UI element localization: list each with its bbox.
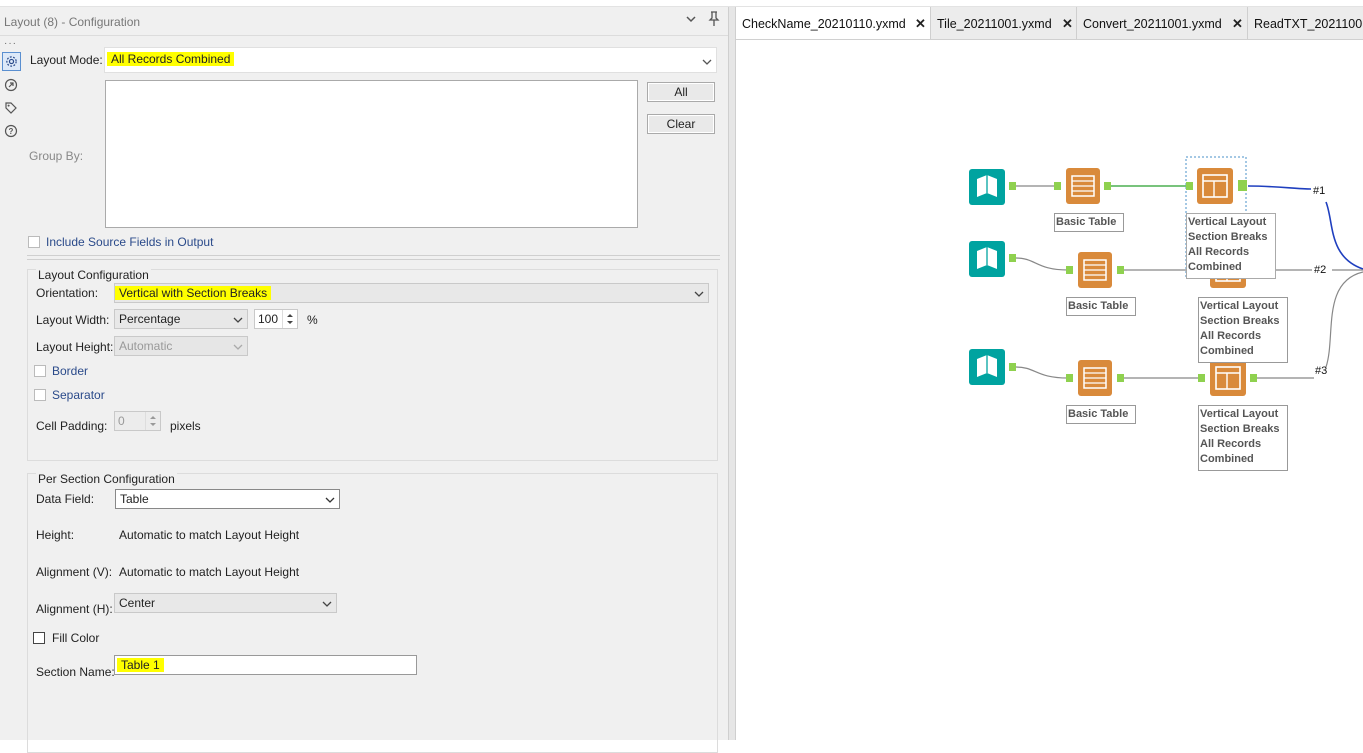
layout-tool-3 [1198, 360, 1257, 396]
layout-height-value: Automatic [119, 339, 173, 353]
data-field-value: Table [120, 492, 149, 506]
tag-icon[interactable] [2, 99, 19, 116]
cell-padding-stepper: 0 [114, 411, 161, 431]
input-tool-3 [969, 349, 1016, 385]
help-icon[interactable]: ? [2, 122, 19, 139]
stepper-arrows-icon [145, 412, 160, 430]
workflow-diagram [969, 156, 1363, 396]
layout-width-mode-select[interactable]: Percentage [114, 309, 248, 329]
chevron-down-icon [322, 597, 332, 607]
basic-table-tool-3 [1066, 360, 1124, 396]
all-button[interactable]: All [647, 82, 715, 102]
orientation-select[interactable]: Vertical with Section Breaks [114, 283, 709, 303]
layout-height-label: Layout Height: [36, 340, 114, 354]
overflow-dots-icon[interactable]: ··· [4, 38, 17, 49]
configuration-panel: Layout (8) - Configuration ··· ? Layout … [0, 7, 728, 753]
layout-tool-label: Vertical Layout Section Breaks All Recor… [1198, 297, 1288, 363]
connection-label: #3 [1315, 365, 1328, 377]
clear-button[interactable]: Clear [647, 114, 715, 134]
data-field-select[interactable]: Table [115, 489, 340, 509]
cell-padding-unit: pixels [170, 419, 201, 433]
orientation-value: Vertical with Section Breaks [115, 286, 272, 300]
divider [27, 255, 720, 256]
chevron-down-icon [233, 313, 243, 323]
connection-icon[interactable] [2, 76, 19, 93]
layout-width-mode-value: Percentage [119, 312, 181, 326]
pin-icon[interactable] [707, 11, 721, 30]
chevron-down-icon [325, 493, 335, 503]
layout-tool-label: Vertical Layout Section Breaks All Recor… [1186, 213, 1276, 279]
layout-width-value: 100 [258, 312, 279, 326]
layout-mode-value: All Records Combined [107, 52, 235, 66]
border-label: Border [52, 364, 89, 378]
workflow-canvas[interactable]: CheckName_20210110.yxmd ✕ Tile_20211001.… [736, 7, 1363, 740]
chevron-down-icon [702, 55, 712, 65]
section-height-value: Automatic to match Layout Height [119, 528, 300, 542]
layout-width-unit: % [307, 313, 318, 327]
section-name-label: Section Name: [36, 665, 115, 679]
data-field-label: Data Field: [36, 492, 95, 506]
panel-header: Layout (8) - Configuration [0, 7, 728, 36]
section-name-value: Table 1 [117, 658, 164, 672]
basic-table-label: Basic Table [1054, 213, 1124, 232]
include-source-checkbox[interactable] [28, 236, 40, 248]
layout-mode-select[interactable]: All Records Combined [104, 47, 717, 73]
chevron-down-icon[interactable] [685, 13, 697, 28]
alignment-h-label: Alignment (H): [36, 602, 113, 616]
layout-width-stepper[interactable]: 100 [254, 309, 298, 329]
cell-padding-value: 0 [118, 414, 125, 428]
group-by-list[interactable] [105, 80, 638, 228]
connection-label: #2 [1314, 264, 1327, 276]
basic-table-label: Basic Table [1066, 297, 1136, 316]
connection-line [1325, 201, 1363, 270]
separator-label: Separator [52, 388, 105, 402]
divider [27, 259, 720, 260]
fill-color-label: Fill Color [52, 631, 100, 645]
connection-label: #1 [1313, 185, 1326, 197]
basic-table-tool-2 [1066, 252, 1124, 288]
panel-splitter[interactable] [728, 7, 736, 740]
gear-icon[interactable] [2, 52, 21, 71]
layout-tool-label: Vertical Layout Section Breaks All Recor… [1198, 405, 1288, 471]
window-top-strip [0, 0, 1363, 7]
border-checkbox[interactable] [34, 365, 46, 377]
connection-line [1247, 185, 1312, 190]
connection-line [1015, 257, 1069, 271]
layout-mode-label: Layout Mode: [30, 53, 103, 67]
layout-width-label: Layout Width: [36, 313, 110, 327]
cell-padding-label: Cell Padding: [36, 419, 108, 433]
section-height-label: Height: [36, 528, 75, 542]
alignment-v-label: Alignment (V): [36, 565, 113, 579]
panel-title: Layout (8) - Configuration [4, 15, 141, 29]
stepper-arrows-icon[interactable] [282, 310, 297, 328]
alignment-v-value: Automatic to match Layout Height [119, 565, 300, 579]
section-configuration-group: Per Section Configuration [27, 472, 718, 753]
include-source-label: Include Source Fields in Output [46, 235, 214, 249]
basic-table-tool-1 [1054, 168, 1111, 204]
layout-height-select: Automatic [114, 336, 248, 356]
chevron-down-icon [694, 287, 704, 297]
layout-configuration-title: Layout Configuration [36, 268, 151, 282]
group-by-label: Group By: [29, 149, 84, 163]
section-name-input[interactable]: Table 1 [114, 655, 417, 675]
alignment-h-value: Center [119, 596, 156, 610]
basic-table-label: Basic Table [1066, 405, 1136, 424]
fill-color-checkbox[interactable] [33, 632, 45, 644]
orientation-label: Orientation: [36, 286, 99, 300]
svg-text:?: ? [8, 127, 13, 136]
input-tool-2 [969, 241, 1016, 277]
chevron-down-icon [233, 340, 243, 350]
alignment-h-select[interactable]: Center [114, 593, 337, 613]
connection-line [1015, 366, 1069, 379]
input-tool-1 [969, 169, 1016, 205]
connection-line [1325, 271, 1363, 368]
section-configuration-title: Per Section Configuration [36, 472, 177, 486]
separator-checkbox[interactable] [34, 389, 46, 401]
